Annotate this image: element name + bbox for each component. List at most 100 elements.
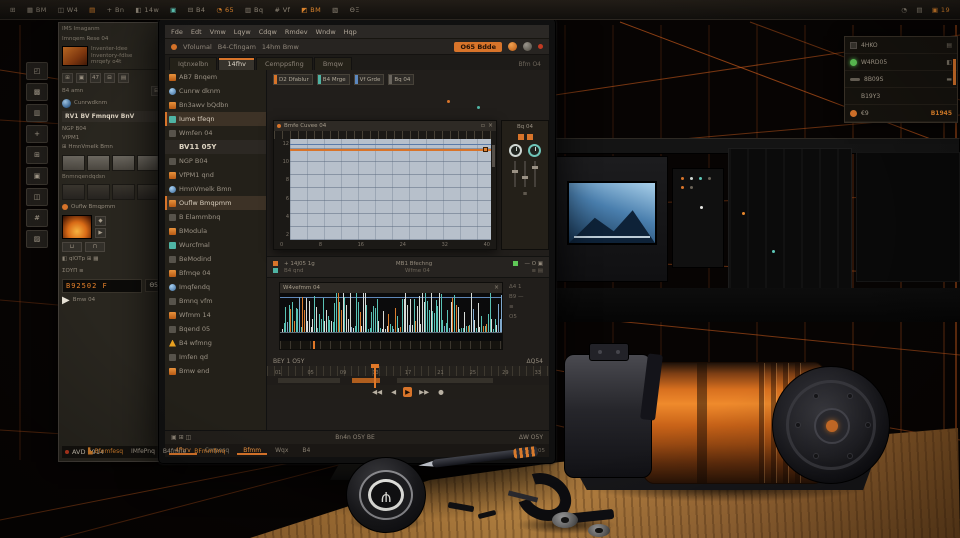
- waveform-marker[interactable]: [313, 341, 315, 349]
- side-tool-button[interactable]: ▥: [26, 104, 48, 122]
- asset-header-row[interactable]: RV1 BV Fmnqnv BnV: [62, 111, 162, 122]
- timeline-ruler[interactable]: 010509131721252933: [267, 366, 549, 376]
- asset-row[interactable]: NGP B04: [62, 125, 162, 134]
- tree-row[interactable]: Imfen qd: [165, 350, 266, 364]
- asset-thumbnail-orange[interactable]: [62, 46, 88, 66]
- clip-segment[interactable]: [397, 378, 493, 383]
- taskbar-item[interactable]: ⊞: [10, 6, 16, 14]
- graph-node[interactable]: Vf Grde: [354, 74, 385, 85]
- dock-item[interactable]: BFmmfmq: [194, 448, 225, 455]
- app-tab[interactable]: Cemppsfing: [256, 57, 313, 70]
- tree-row[interactable]: BModula: [165, 224, 266, 238]
- inspector-scrollbar[interactable]: [953, 59, 956, 85]
- transport-button[interactable]: ●: [436, 387, 446, 397]
- taskbar-item[interactable]: ▦ BM: [27, 6, 47, 14]
- taskbar-item[interactable]: + Bn: [107, 6, 125, 14]
- asset-thumb[interactable]: [137, 155, 160, 171]
- asset-thumb[interactable]: [87, 184, 110, 200]
- close-icon[interactable]: ×: [494, 284, 499, 292]
- tree-row[interactable]: Bqend 05: [165, 322, 266, 336]
- taskbar-item[interactable]: ⊟ B4: [188, 6, 206, 14]
- menu-item[interactable]: Hqp: [344, 28, 357, 36]
- dock-item[interactable]: ▙ Bfemfesq: [88, 448, 123, 455]
- tree-row[interactable]: B4 wfmng: [165, 336, 266, 350]
- taskbar-item[interactable]: ▧: [332, 6, 339, 14]
- graph-node[interactable]: D2 Dfablur: [273, 74, 313, 85]
- taskbar-item[interactable]: ◩ BM: [301, 6, 321, 14]
- orange-circle-button[interactable]: [508, 42, 517, 51]
- asset-thumb[interactable]: [62, 184, 85, 200]
- asset-row[interactable]: VfPM1: [62, 134, 162, 143]
- transport-button[interactable]: ▶▶: [417, 387, 431, 397]
- toolbar-label[interactable]: B4-Cfingam: [218, 43, 256, 51]
- asset-thumb[interactable]: [137, 184, 160, 200]
- close-icon[interactable]: ×: [488, 122, 493, 130]
- tray-item[interactable]: ▣ 19: [932, 6, 950, 14]
- asset-tool-button[interactable]: ▣: [76, 73, 87, 83]
- playhead[interactable]: [374, 364, 376, 388]
- orange-swatch-icon[interactable]: [527, 134, 533, 140]
- taskbar-item[interactable]: ◧ 14w: [135, 6, 159, 14]
- app-tab[interactable]: 14fhv: [218, 57, 255, 70]
- midbar-label[interactable]: + 14J05 1g: [284, 261, 315, 267]
- graph-node[interactable]: Bq 04: [388, 74, 414, 85]
- asset-thumb[interactable]: [87, 155, 110, 171]
- tree-row[interactable]: Cunrw dknm: [165, 84, 266, 98]
- toolbar-label[interactable]: Vfolumal: [183, 43, 212, 51]
- diamond-button[interactable]: ◆: [95, 216, 106, 226]
- bottom-tab[interactable]: Wqx: [269, 446, 294, 455]
- menu-item[interactable]: Rmdev: [285, 28, 308, 36]
- asset-tool-button[interactable]: ⊟: [104, 73, 115, 83]
- minimize-icon[interactable]: ▫: [481, 122, 485, 130]
- menu-item[interactable]: Vmw: [210, 28, 226, 36]
- transport-button[interactable]: ◀◀: [370, 387, 384, 397]
- taskbar-item[interactable]: ΘΞ: [350, 6, 360, 14]
- tree-row[interactable]: Bfmqe 04: [165, 266, 266, 280]
- tree-row[interactable]: Imqfendq: [165, 280, 266, 294]
- taskbar-item[interactable]: ▣: [170, 6, 177, 14]
- play-glyph[interactable]: ▶: [62, 296, 70, 306]
- inspector-row[interactable]: €9 B1945: [845, 105, 957, 122]
- tree-row[interactable]: AB7 Bnqem: [165, 70, 266, 84]
- taskbar-item[interactable]: ◔ 65: [216, 6, 234, 14]
- side-tool-button[interactable]: +: [26, 125, 48, 143]
- play-button[interactable]: ▶: [95, 228, 106, 238]
- tree-row[interactable]: Wfmm 14: [165, 308, 266, 322]
- asset-tool-button[interactable]: 47: [90, 73, 101, 83]
- bottom-tab[interactable]: B4: [296, 446, 316, 455]
- tree-row[interactable]: Wurcfmal: [165, 238, 266, 252]
- side-tool-button[interactable]: ⊞: [26, 146, 48, 164]
- tree-row[interactable]: Iume tfeqn: [165, 112, 266, 126]
- dock-item[interactable]: IMfePnq: [131, 448, 155, 455]
- taskbar-item[interactable]: # Vf: [274, 6, 290, 14]
- side-tool-button[interactable]: ▣: [26, 167, 48, 185]
- side-tool-button[interactable]: ▩: [26, 83, 48, 101]
- bottom-tab[interactable]: Bfmm: [237, 446, 267, 455]
- menu-item[interactable]: Edt: [191, 28, 202, 36]
- tree-row[interactable]: VfPM1 qnd: [165, 168, 266, 182]
- asset-thumb[interactable]: [112, 155, 135, 171]
- tray-item[interactable]: ◔: [901, 6, 907, 14]
- tree-row[interactable]: B Elammbnq: [165, 210, 266, 224]
- curve-plot-area[interactable]: [290, 139, 491, 240]
- taskbar-item[interactable]: ▤: [89, 6, 96, 14]
- scrollbar-thumb[interactable]: [492, 145, 495, 167]
- gray-circle-button[interactable]: [523, 42, 532, 51]
- bracket-button-left[interactable]: ⊔: [62, 242, 82, 252]
- tray-item[interactable]: ▤: [916, 6, 923, 14]
- tree-row[interactable]: BeModind: [165, 252, 266, 266]
- rotary-knob[interactable]: [509, 144, 522, 157]
- asset-tool-button[interactable]: ⊞: [62, 73, 73, 83]
- asset-row[interactable]: ⊞ HmnVmelk Bmn: [62, 143, 162, 152]
- dock-item[interactable]: B4fmne: [163, 448, 186, 455]
- inspector-row[interactable]: 4HKO ▤: [845, 37, 957, 54]
- tree-row[interactable]: Wmfen 04: [165, 126, 266, 140]
- tree-row[interactable]: HmnVmelk Bmn: [165, 182, 266, 196]
- clip-segment[interactable]: [278, 378, 340, 383]
- asset-tool-button[interactable]: ▤: [118, 73, 129, 83]
- waveform-display[interactable]: [280, 293, 502, 341]
- toolbar-label[interactable]: 14hm Bmw: [262, 43, 299, 51]
- menu-item[interactable]: Fde: [171, 28, 183, 36]
- curve-orange-line[interactable]: [290, 149, 491, 151]
- asset-thumb[interactable]: [112, 184, 135, 200]
